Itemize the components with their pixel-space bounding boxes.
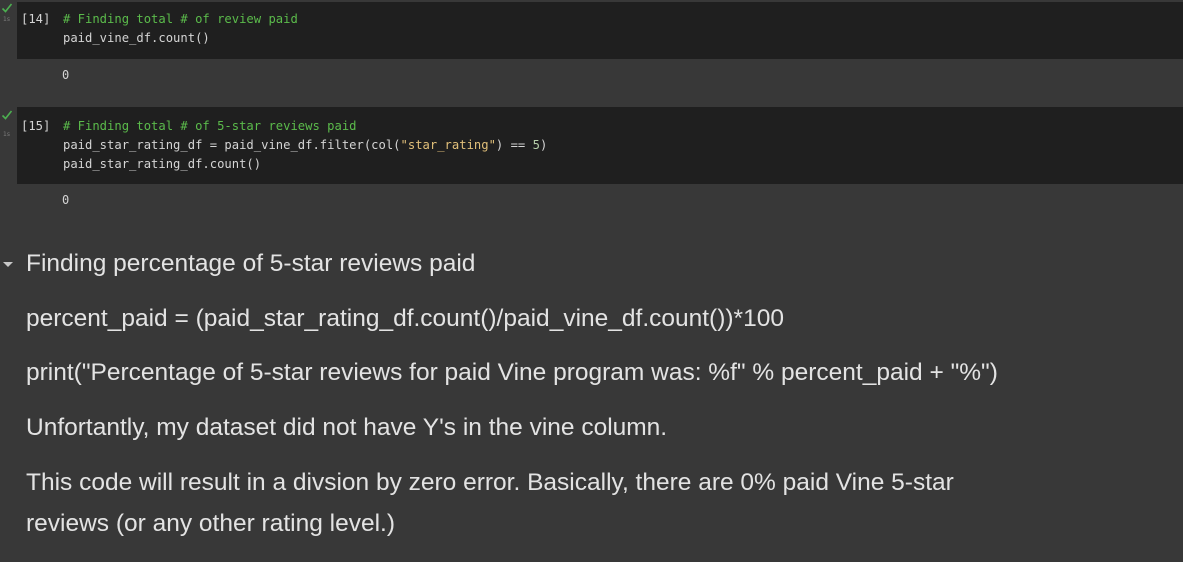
code-token: paid_star_rating_df = paid_vine_df.filte… xyxy=(63,138,401,152)
code-cell-15[interactable]: 1s [15] # Finding total # of 5-star revi… xyxy=(0,107,1183,227)
markdown-paragraph: print("Percentage of 5-star reviews for … xyxy=(26,359,998,386)
markdown-paragraph: percent_paid = (paid_star_rating_df.coun… xyxy=(26,305,784,332)
code-editor[interactable]: [15] # Finding total # of 5-star reviews… xyxy=(17,107,1183,184)
check-icon xyxy=(1,110,13,120)
execution-count: [15] xyxy=(21,119,51,133)
cell-output: 0 xyxy=(62,68,70,82)
code-editor[interactable]: [14] # Finding total # of review paid pa… xyxy=(17,2,1183,59)
markdown-paragraph: Unfortantly, my dataset did not have Y's… xyxy=(26,414,668,441)
execution-count: [14] xyxy=(21,12,51,26)
code-string: "star_rating" xyxy=(400,138,496,152)
code-cell-14[interactable]: 1s [14] # Finding total # of review paid… xyxy=(0,2,1183,102)
markdown-section-header[interactable]: Finding percentage of 5-star reviews pai… xyxy=(0,248,1183,282)
code-comment: # Finding total # of review paid xyxy=(63,12,298,26)
code-number: 5 xyxy=(532,138,540,152)
exec-time: 1s xyxy=(3,131,10,138)
markdown-paragraph: This code will result in a divsion by ze… xyxy=(26,469,954,537)
code-token: ) xyxy=(539,138,548,152)
code-line: paid_star_rating_df = paid_vine_df.filte… xyxy=(63,136,547,155)
collapse-caret-icon[interactable] xyxy=(3,262,13,267)
code-line: # Finding total # of review paid xyxy=(63,10,298,29)
code-token: ) == xyxy=(495,138,533,152)
exec-time: 1s xyxy=(3,16,10,23)
code-line: paid_vine_df.count() xyxy=(63,31,210,45)
code-line: paid_star_rating_df.count() xyxy=(63,157,262,171)
code-line: # Finding total # of 5-star reviews paid xyxy=(63,117,547,136)
section-heading: Finding percentage of 5-star reviews pai… xyxy=(26,250,476,277)
check-icon xyxy=(1,3,13,13)
code-comment: # Finding total # of 5-star reviews paid xyxy=(63,119,357,133)
cell-output: 0 xyxy=(62,193,70,207)
